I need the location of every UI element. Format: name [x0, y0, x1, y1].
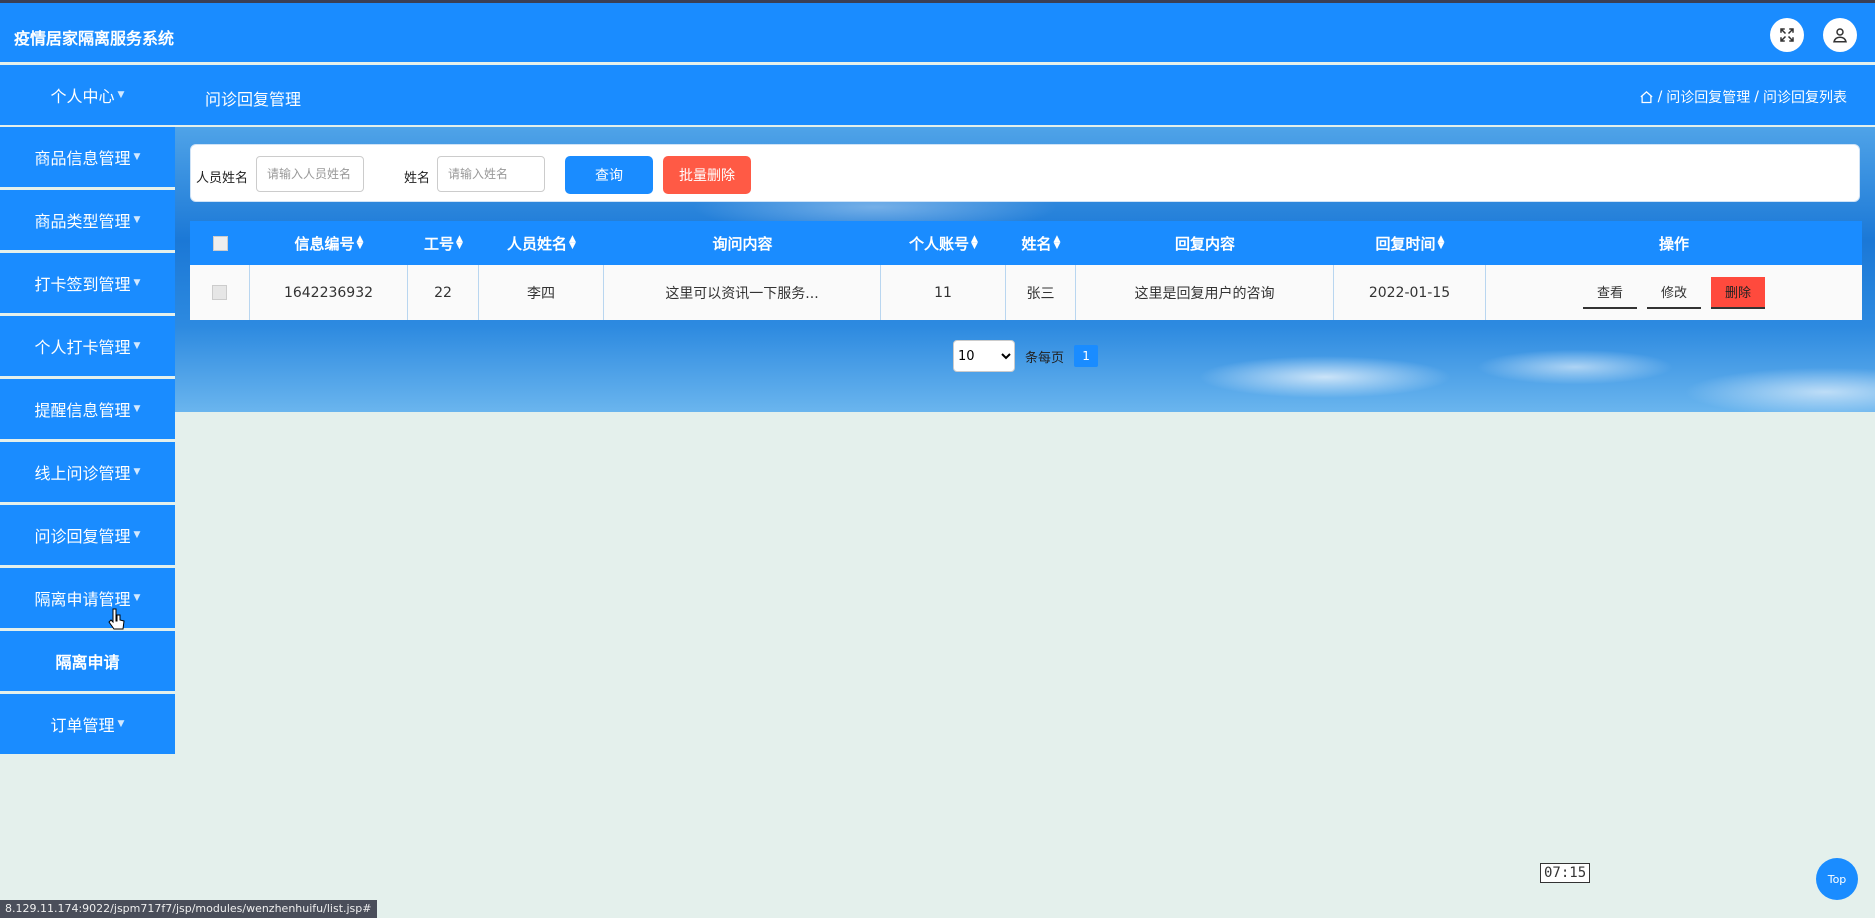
person-name-input[interactable] [256, 156, 364, 192]
delete-button[interactable]: 删除 [1711, 276, 1766, 309]
table-header: 信息编号 ▲ ▼ 工号 ▲ ▼ 人员姓名 ▲ ▼ 询问内容 个人账号 ▲ ▼ 姓名 ▲ ▼ 回复内容… [190, 221, 1862, 265]
app-title: 疫情居家隔离服务系统 [14, 29, 175, 48]
cell-reply-time: 2022-01-15 [1334, 265, 1486, 320]
sort-icon: ▲ ▼ [1437, 234, 1445, 251]
breadcrumb-item: 问诊回复列表 [1763, 90, 1847, 106]
breadcrumb: / 问诊回复管理 / 问诊回复列表 [1639, 87, 1847, 107]
top-bar: 疫情居家隔离服务系统 [0, 0, 1875, 62]
col-id[interactable]: 信息编号 ▲ ▼ [250, 221, 408, 265]
breadcrumb-item[interactable]: 问诊回复管理 [1666, 87, 1750, 107]
page-number-button[interactable]: 1 [1074, 345, 1099, 367]
sidebar-item-personal-checkin[interactable]: 个人打卡管理 ▼ [0, 316, 175, 376]
page-title: 问诊回复管理 [205, 90, 302, 109]
sidebar-subitem-isolation-apply[interactable]: 隔离申请 [0, 631, 175, 691]
sort-icon: ▲ ▼ [1053, 234, 1061, 251]
col-name[interactable]: 姓名 ▲ ▼ [1006, 221, 1076, 265]
sidebar-item-checkin[interactable]: 打卡签到管理 ▼ [0, 253, 175, 313]
cell-inquiry: 这里可以资讯一下服务... [604, 265, 881, 320]
col-account[interactable]: 个人账号 ▲ ▼ [881, 221, 1006, 265]
mouse-cursor-icon [108, 608, 125, 630]
view-button[interactable]: 查看 [1582, 276, 1637, 309]
per-page-label: 条每页 [1025, 350, 1065, 366]
caret-down-icon: ▼ [133, 215, 141, 225]
sort-icon: ▲ ▼ [971, 234, 978, 251]
sidebar-item-orders[interactable]: 订单管理 ▼ [0, 694, 175, 754]
caret-down-icon: ▼ [117, 719, 125, 729]
user-avatar-icon[interactable] [1823, 18, 1857, 52]
col-job-no[interactable]: 工号 ▲ ▼ [408, 221, 479, 265]
home-icon[interactable] [1639, 90, 1654, 105]
row-checkbox[interactable] [212, 285, 227, 300]
caret-down-icon: ▼ [133, 341, 141, 351]
cell-person-name: 李四 [479, 265, 604, 320]
col-inquiry: 询问内容 [712, 234, 773, 253]
batch-delete-button[interactable]: 批量删除 [663, 156, 751, 194]
back-to-top-button[interactable]: Top [1816, 858, 1858, 900]
sidebar-item-goods-info[interactable]: 商品信息管理 ▼ [0, 127, 175, 187]
table-row: 1642236932 22 李四 这里可以资讯一下服务... 11 张三 这里是… [190, 265, 1862, 320]
sidebar-item-online-consult[interactable]: 线上问诊管理 ▼ [0, 442, 175, 502]
caret-down-icon: ▼ [133, 278, 141, 288]
sidebar-item-reminder[interactable]: 提醒信息管理 ▼ [0, 379, 175, 439]
cell-reply: 这里是回复用户的咨询 [1076, 265, 1334, 320]
caret-down-icon: ▼ [133, 593, 141, 603]
main-content: 人员姓名 姓名 查询 批量删除 信息编号▲▼ 工号▲▼ 人员姓名▲▼ 询问内容 … [175, 127, 1875, 412]
col-actions: 操作 [1658, 234, 1689, 253]
fullscreen-icon[interactable] [1770, 18, 1804, 52]
caret-down-icon: ▼ [133, 152, 141, 162]
name-label: 姓名 [404, 171, 431, 186]
caret-down-icon: ▼ [133, 530, 141, 540]
sort-icon: ▲ ▼ [456, 234, 463, 251]
sort-icon: ▲ ▼ [569, 234, 576, 251]
caret-down-icon: ▼ [133, 467, 141, 477]
sidebar-item-goods-type[interactable]: 商品类型管理 ▼ [0, 190, 175, 250]
personal-center-label: 个人中心 [50, 87, 115, 106]
status-url: 8.129.11.174:9022/jspm717f7/jsp/modules/… [0, 900, 377, 918]
col-person-name[interactable]: 人员姓名 ▲ ▼ [479, 221, 604, 265]
sidebar-item-consult-reply[interactable]: 问诊回复管理 ▼ [0, 505, 175, 565]
cell-job-no: 22 [408, 265, 479, 320]
sort-icon: ▲ ▼ [356, 234, 364, 251]
cell-actions: 查看 修改 删除 [1486, 265, 1862, 320]
pagination: 10 条每页 1 [953, 340, 1099, 372]
sub-header: 个人中心 ▼ 问诊回复管理 / 问诊回复管理 / 问诊回复列表 [0, 65, 1875, 125]
caret-down-icon: ▼ [117, 90, 125, 100]
page-size-select[interactable]: 10 [953, 340, 1015, 372]
personal-center-menu[interactable]: 个人中心 ▼ [0, 65, 175, 125]
sidebar: 商品信息管理 ▼ 商品类型管理 ▼ 打卡签到管理 ▼ 个人打卡管理 ▼ 提醒信息管理 ▼ … [0, 127, 175, 757]
search-form: 人员姓名 姓名 查询 批量删除 [190, 144, 1860, 202]
reply-table: 信息编号 ▲ ▼ 工号 ▲ ▼ 人员姓名 ▲ ▼ 询问内容 个人账号 ▲ ▼ 姓名 ▲ ▼ 回复内容… [190, 221, 1862, 320]
col-reply: 回复内容 [1174, 234, 1235, 253]
select-all-checkbox[interactable] [212, 235, 228, 251]
person-name-label: 人员姓名 [196, 171, 249, 186]
edit-button[interactable]: 修改 [1646, 276, 1701, 309]
cell-account: 11 [881, 265, 1006, 320]
cell-id: 1642236932 [250, 265, 408, 320]
caret-down-icon: ▼ [133, 404, 141, 414]
sidebar-item-isolation-apply-mgmt[interactable]: 隔离申请管理 ▼ [0, 568, 175, 628]
query-button[interactable]: 查询 [565, 156, 653, 194]
timer-badge: 07:15 [1540, 863, 1591, 883]
cell-name: 张三 [1006, 265, 1076, 320]
col-reply-time[interactable]: 回复时间 ▲ ▼ [1334, 221, 1486, 265]
name-input[interactable] [437, 156, 545, 192]
